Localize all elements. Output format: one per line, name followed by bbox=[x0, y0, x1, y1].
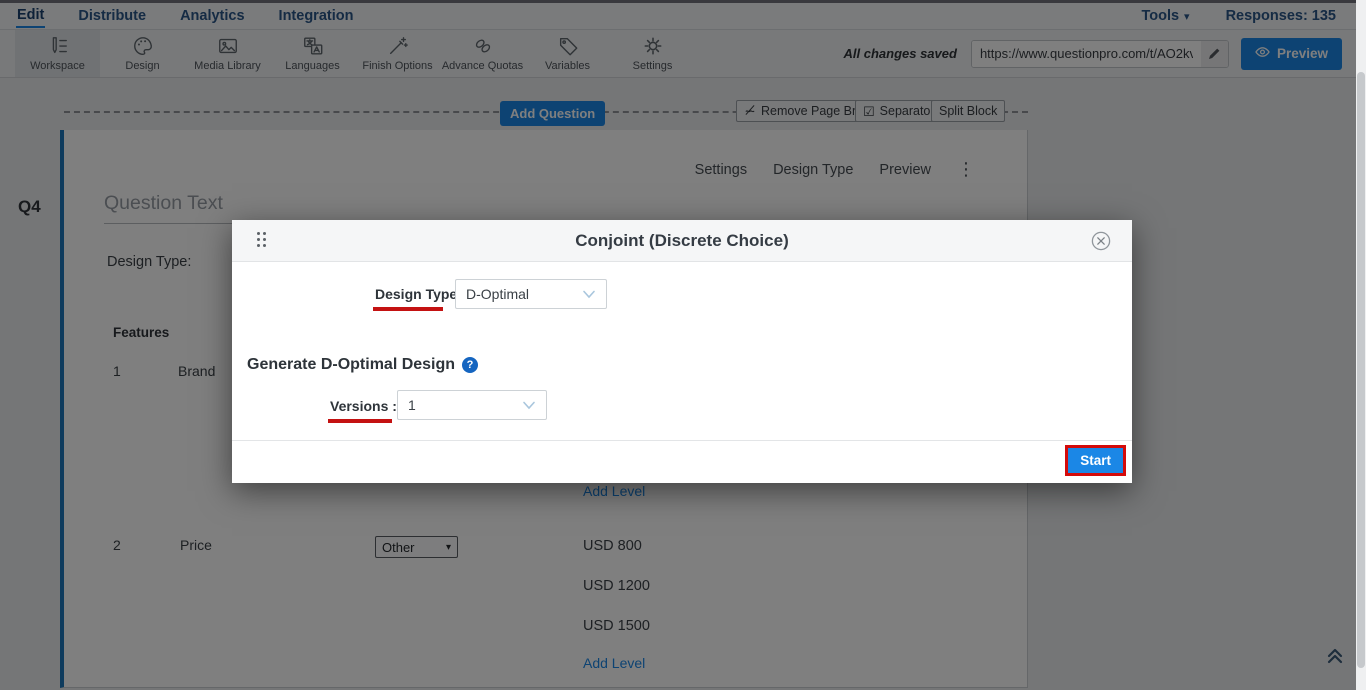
start-button[interactable]: Start bbox=[1068, 448, 1123, 473]
generate-design-heading-text: Generate D-Optimal Design bbox=[247, 356, 455, 374]
design-type-field-label: Design Type bbox=[375, 286, 457, 302]
conjoint-settings-modal: Conjoint (Discrete Choice) Design Type D… bbox=[232, 220, 1132, 483]
start-button-highlight: Start bbox=[1065, 445, 1126, 476]
versions-dropdown[interactable]: 1 bbox=[397, 390, 547, 420]
modal-title: Conjoint (Discrete Choice) bbox=[232, 220, 1132, 262]
design-type-dropdown-value: D-Optimal bbox=[466, 286, 529, 302]
versions-field-label: Versions : bbox=[330, 398, 397, 414]
versions-red-underline bbox=[328, 419, 392, 423]
versions-dropdown-value: 1 bbox=[408, 397, 416, 413]
modal-body: Design Type D-Optimal Generate D-Optimal… bbox=[232, 262, 1132, 440]
vertical-scrollbar[interactable] bbox=[1356, 0, 1366, 690]
modal-footer: Start bbox=[232, 440, 1132, 483]
generate-design-heading: Generate D-Optimal Design ? bbox=[247, 356, 478, 374]
chevron-down-icon bbox=[522, 397, 536, 413]
scrollbar-thumb[interactable] bbox=[1357, 72, 1365, 668]
questionpro-survey-editor: Edit Distribute Analytics Integration To… bbox=[0, 0, 1366, 690]
close-icon[interactable] bbox=[1090, 230, 1112, 252]
chevron-down-icon bbox=[582, 286, 596, 302]
design-type-red-underline bbox=[373, 307, 443, 311]
modal-header: Conjoint (Discrete Choice) bbox=[232, 220, 1132, 262]
design-type-dropdown[interactable]: D-Optimal bbox=[455, 279, 607, 309]
help-icon[interactable]: ? bbox=[462, 357, 478, 373]
